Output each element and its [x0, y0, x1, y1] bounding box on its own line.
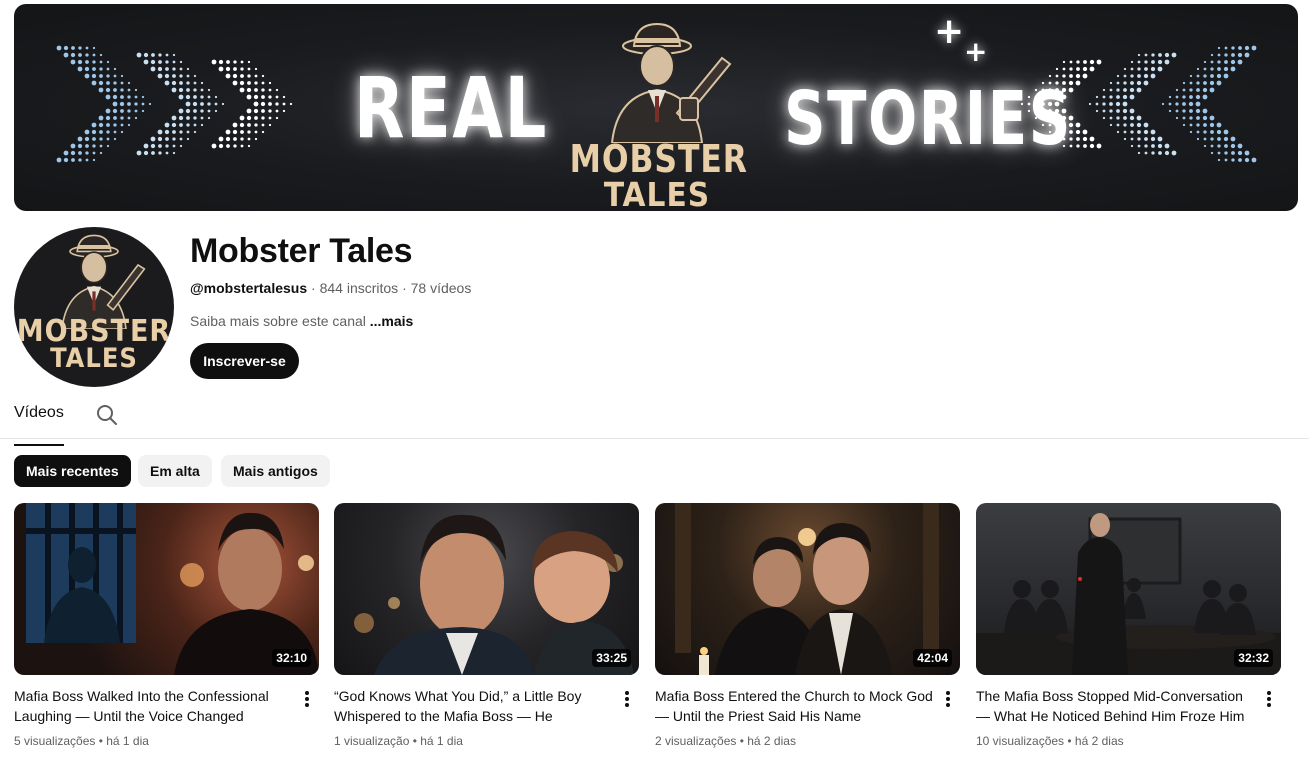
- video-duration: 32:10: [272, 649, 311, 667]
- banner-word-stories: STORIES: [784, 76, 1072, 162]
- video-card[interactable]: 33:25 “God Knows What You Did,” a Little…: [334, 503, 639, 748]
- channel-description-text: Saiba mais sobre este canal: [190, 313, 370, 329]
- video-card[interactable]: 32:32 The Mafia Boss Stopped Mid-Convers…: [976, 503, 1281, 748]
- tab-videos[interactable]: Vídeos: [14, 404, 64, 446]
- more-vert-icon[interactable]: [1261, 689, 1277, 709]
- video-duration: 32:32: [1234, 649, 1273, 667]
- mobster-figure-icon: [610, 22, 732, 143]
- sparkle-plus-icon: +: [964, 35, 988, 68]
- video-title[interactable]: Mafia Boss Walked Into the Confessional …: [14, 686, 294, 726]
- video-meta: 10 visualizações • há 2 dias: [976, 734, 1124, 748]
- video-meta: 5 visualizações • há 1 dia: [14, 734, 149, 748]
- channel-stats: · 844 inscritos · 78 vídeos: [307, 280, 472, 296]
- video-title[interactable]: “God Knows What You Did,” a Little Boy W…: [334, 686, 614, 726]
- more-vert-icon[interactable]: [619, 689, 635, 709]
- banner-logo-line1: MOBSTER: [569, 137, 748, 181]
- video-thumbnail[interactable]: 32:32: [976, 503, 1281, 675]
- video-card[interactable]: 42:04 Mafia Boss Entered the Church to M…: [655, 503, 960, 748]
- video-title[interactable]: The Mafia Boss Stopped Mid-Conversation …: [976, 686, 1256, 726]
- chevron-dots: [56, 45, 152, 163]
- more-link[interactable]: ...mais: [370, 313, 414, 329]
- more-vert-icon[interactable]: [940, 689, 956, 709]
- banner-word-real: REAL: [354, 59, 548, 157]
- video-thumbnail[interactable]: 42:04: [655, 503, 960, 675]
- subscribe-button[interactable]: Inscrever-se: [190, 343, 299, 379]
- video-title[interactable]: Mafia Boss Entered the Church to Mock Go…: [655, 686, 935, 726]
- chip-mais-recentes[interactable]: Mais recentes: [14, 455, 131, 487]
- video-meta: 2 visualizações • há 2 dias: [655, 734, 796, 748]
- video-card[interactable]: 32:10 Mafia Boss Walked Into the Confess…: [14, 503, 319, 748]
- video-duration: 33:25: [592, 649, 631, 667]
- banner-logo-line2: TALES: [603, 175, 711, 211]
- video-duration: 42:04: [913, 649, 952, 667]
- channel-tabs: Vídeos: [0, 396, 1309, 446]
- video-thumbnail[interactable]: 33:25: [334, 503, 639, 675]
- search-icon[interactable]: [95, 403, 119, 427]
- chip-mais-antigos[interactable]: Mais antigos: [221, 455, 330, 487]
- channel-banner: REAL STORIES + + MOBSTER TALES: [14, 4, 1298, 211]
- more-vert-icon[interactable]: [299, 689, 315, 709]
- video-meta: 1 visualização • há 1 dia: [334, 734, 463, 748]
- channel-handle: @mobstertalesus: [190, 280, 308, 296]
- channel-name: Mobster Tales: [190, 232, 413, 270]
- video-thumbnail[interactable]: 32:10: [14, 503, 319, 675]
- chevron-dots: [1161, 45, 1257, 163]
- chip-em-alta[interactable]: Em alta: [138, 455, 212, 487]
- channel-avatar[interactable]: MOBSTER TALES: [14, 227, 174, 387]
- avatar-logo-line2: TALES: [50, 343, 138, 374]
- sparkle-plus-icon: +: [934, 11, 965, 52]
- banner-logo: MOBSTER TALES: [562, 18, 752, 211]
- channel-description[interactable]: Saiba mais sobre este canal ...mais: [190, 313, 413, 329]
- channel-meta: @mobstertalesus · 844 inscritos · 78 víd…: [190, 280, 471, 296]
